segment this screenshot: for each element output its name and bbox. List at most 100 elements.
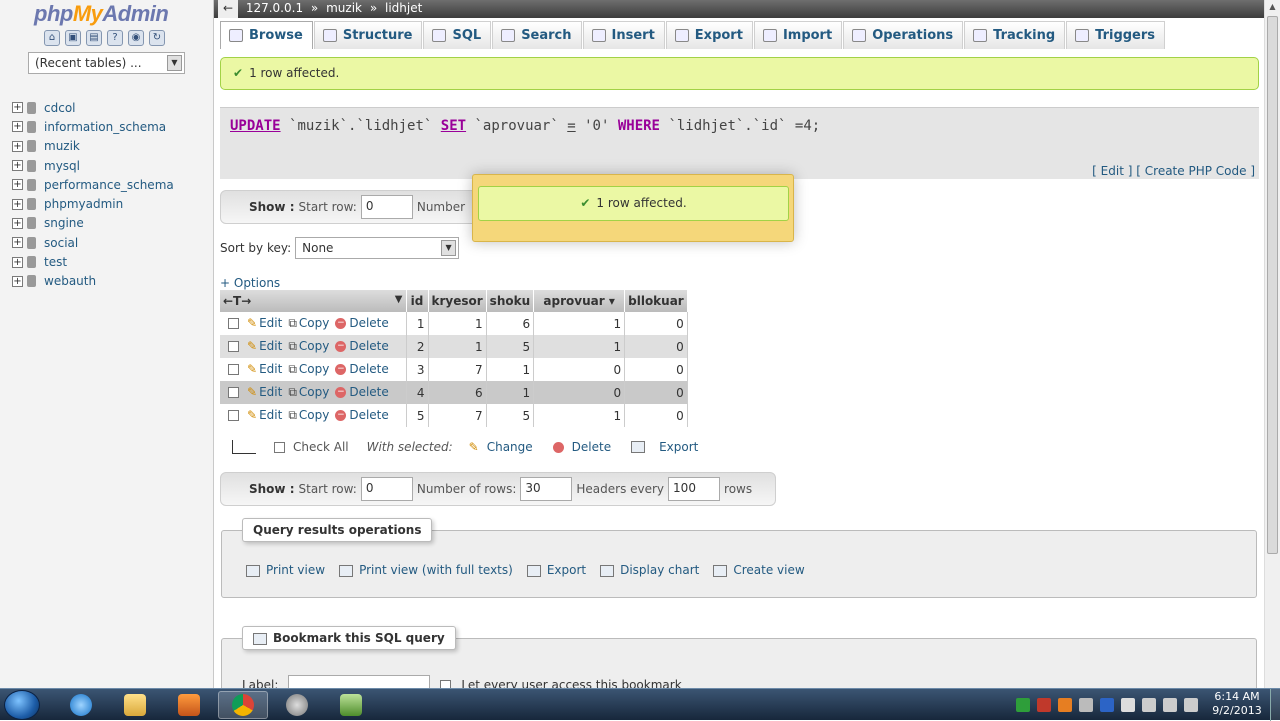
database-label[interactable]: phpmyadmin: [44, 197, 123, 211]
clock[interactable]: 6:14 AM 9/2/2013: [1206, 690, 1268, 718]
create-view-link[interactable]: Create view: [733, 563, 804, 577]
copy-row-link[interactable]: Copy: [299, 339, 329, 353]
tab-browse[interactable]: Browse: [220, 21, 313, 49]
logout-icon[interactable]: ▣: [65, 30, 81, 46]
edit-sql-link[interactable]: Edit: [1101, 164, 1124, 178]
check-all-label[interactable]: Check All: [293, 440, 349, 454]
database-item-mysql[interactable]: + mysql: [12, 156, 174, 175]
cell-shoku[interactable]: 5: [486, 404, 535, 427]
phpmyadmin-logo[interactable]: phpMyAdmin: [34, 1, 169, 27]
database-label[interactable]: test: [44, 255, 67, 269]
start-row-input[interactable]: 0: [360, 195, 413, 219]
delete-row-link[interactable]: Delete: [349, 362, 388, 376]
delete-row-link[interactable]: Delete: [349, 408, 388, 422]
recent-tables-select[interactable]: (Recent tables) ... ▼: [28, 52, 185, 74]
cell-kryesor[interactable]: 1: [428, 312, 487, 335]
database-label[interactable]: cdcol: [44, 101, 76, 115]
col-header-shoku[interactable]: shoku: [486, 290, 535, 312]
database-label[interactable]: webauth: [44, 274, 96, 288]
cell-bllokuar[interactable]: 0: [624, 404, 688, 427]
media-taskbar-button[interactable]: [164, 691, 214, 719]
col-header-bllokuar[interactable]: bllokuar: [624, 290, 688, 312]
sort-arrow-icon[interactable]: ▼: [395, 294, 403, 305]
cell-id[interactable]: 4: [406, 381, 429, 404]
edit-row-link[interactable]: Edit: [259, 385, 282, 399]
row-checkbox[interactable]: [228, 364, 239, 375]
wiki-icon[interactable]: ◉: [128, 30, 144, 46]
explorer-taskbar-button[interactable]: [110, 691, 160, 719]
copy-row-link[interactable]: Copy: [299, 385, 329, 399]
bulk-delete-button[interactable]: Delete: [572, 440, 611, 454]
delete-row-link[interactable]: Delete: [349, 385, 388, 399]
tab-insert[interactable]: Insert: [582, 21, 665, 49]
num-rows-input[interactable]: 30: [520, 477, 573, 501]
volume-icon[interactable]: [1184, 698, 1198, 712]
docs-icon[interactable]: ?: [107, 30, 123, 46]
cell-shoku[interactable]: 1: [486, 358, 535, 381]
cell-aprovuar[interactable]: 0: [533, 358, 626, 381]
row-checkbox[interactable]: [228, 387, 239, 398]
edit-row-link[interactable]: Edit: [259, 316, 282, 330]
database-item-performance_schema[interactable]: + performance_schema: [12, 175, 174, 194]
tab-search[interactable]: Search: [492, 21, 582, 49]
cell-aprovuar[interactable]: 1: [533, 404, 626, 427]
collapse-arrow-icon[interactable]: ←: [218, 0, 238, 18]
app-icon[interactable]: [1079, 698, 1093, 712]
delete-row-link[interactable]: Delete: [349, 339, 388, 353]
shield-icon[interactable]: [1016, 698, 1030, 712]
print-full-link[interactable]: Print view (with full texts): [359, 563, 513, 577]
cell-aprovuar[interactable]: 0: [533, 381, 626, 404]
col-header-id[interactable]: id: [406, 290, 429, 312]
col-header-kryesor[interactable]: kryesor: [428, 290, 487, 312]
cell-aprovuar[interactable]: 1: [533, 335, 626, 358]
database-label[interactable]: sngine: [44, 216, 84, 230]
options-link[interactable]: + Options: [220, 276, 280, 290]
database-item-cdcol[interactable]: + cdcol: [12, 98, 174, 117]
tab-import[interactable]: Import: [753, 21, 843, 49]
cell-aprovuar[interactable]: 1: [533, 312, 626, 335]
edit-row-link[interactable]: Edit: [259, 339, 282, 353]
database-item-test[interactable]: + test: [12, 252, 174, 271]
database-label[interactable]: mysql: [44, 159, 80, 173]
table-row[interactable]: ✎ Edit ⧉ Copy − Delete 2 1 5 1 0: [220, 335, 688, 358]
table-row[interactable]: ✎ Edit ⧉ Copy − Delete 3 7 1 0 0: [220, 358, 688, 381]
expand-icon[interactable]: +: [12, 198, 23, 210]
cell-shoku[interactable]: 1: [486, 381, 535, 404]
tab-sql[interactable]: SQL: [423, 21, 492, 49]
bluetooth-icon[interactable]: [1100, 698, 1114, 712]
database-item-phpmyadmin[interactable]: + phpmyadmin: [12, 194, 174, 213]
edit-row-link[interactable]: Edit: [259, 362, 282, 376]
check-all-checkbox[interactable]: [274, 441, 285, 453]
table-row[interactable]: ✎ Edit ⧉ Copy − Delete 4 6 1 0 0: [220, 381, 688, 404]
database-label[interactable]: social: [44, 236, 78, 250]
copy-row-link[interactable]: Copy: [299, 316, 329, 330]
cell-id[interactable]: 3: [406, 358, 429, 381]
delete-row-link[interactable]: Delete: [349, 316, 388, 330]
database-item-muzik[interactable]: + muzik: [12, 137, 174, 156]
print-view-link[interactable]: Print view: [266, 563, 325, 577]
start-row-input[interactable]: 0: [360, 477, 413, 501]
database-label[interactable]: information_schema: [44, 120, 166, 134]
expand-icon[interactable]: +: [12, 121, 23, 133]
bulk-change-button[interactable]: Change: [487, 440, 533, 454]
expand-icon[interactable]: +: [12, 179, 23, 191]
expand-icon[interactable]: +: [12, 217, 23, 229]
network-icon[interactable]: [1163, 698, 1177, 712]
home-icon[interactable]: ⌂: [44, 30, 60, 46]
sort-select[interactable]: None ▼: [295, 237, 460, 259]
expand-icon[interactable]: +: [12, 140, 23, 152]
column-arrows-header[interactable]: ←T→ ▼: [220, 290, 407, 312]
cell-id[interactable]: 2: [406, 335, 429, 358]
row-checkbox[interactable]: [228, 318, 239, 329]
show-desktop-button[interactable]: [1270, 689, 1280, 721]
col-header-aprovuar[interactable]: aprovuar ▾: [533, 290, 626, 312]
expand-icon[interactable]: +: [12, 256, 23, 268]
scroll-up-icon[interactable]: ▲: [1267, 2, 1278, 12]
notepad-taskbar-button[interactable]: [326, 691, 376, 719]
create-php-code-link[interactable]: Create PHP Code: [1145, 164, 1247, 178]
breadcrumb-table[interactable]: lidhjet: [385, 1, 422, 15]
export-link[interactable]: Export: [547, 563, 586, 577]
edit-row-link[interactable]: Edit: [259, 408, 282, 422]
cell-kryesor[interactable]: 6: [428, 381, 487, 404]
display-chart-link[interactable]: Display chart: [620, 563, 699, 577]
